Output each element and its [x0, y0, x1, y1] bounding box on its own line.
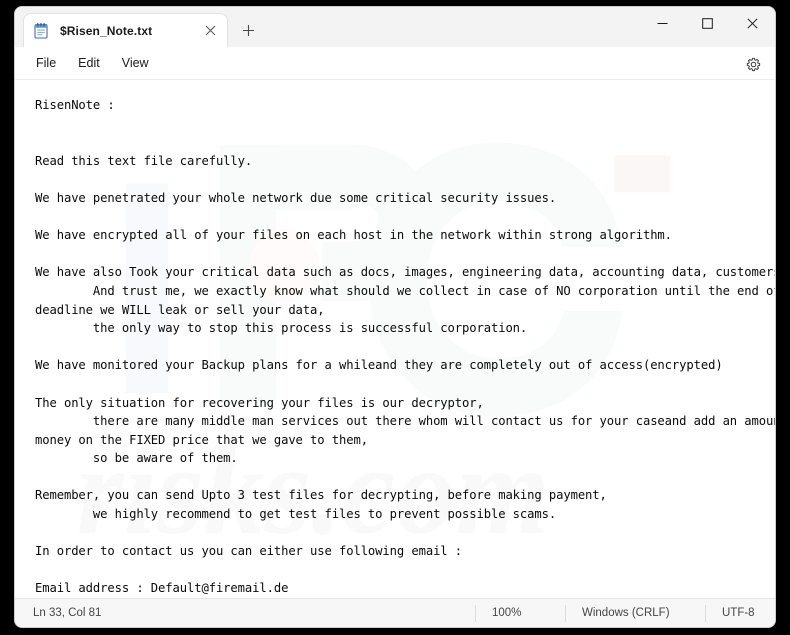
- line-endings[interactable]: Windows (CRLF): [565, 604, 705, 622]
- minimize-button[interactable]: [640, 7, 685, 39]
- notepad-icon: [32, 22, 50, 40]
- zoom-level[interactable]: 100%: [475, 604, 565, 622]
- note-text[interactable]: RisenNote : Read this text file carefull…: [15, 80, 775, 598]
- cursor-position: Ln 33, Col 81: [33, 607, 102, 619]
- close-tab-icon[interactable]: [199, 20, 221, 42]
- window-controls: [640, 7, 775, 47]
- encoding[interactable]: UTF-8: [705, 604, 775, 622]
- plus-icon: [242, 24, 254, 36]
- status-bar: Ln 33, Col 81 100% Windows (CRLF) UTF-8: [15, 598, 775, 627]
- close-icon: [747, 17, 758, 29]
- settings-button[interactable]: [739, 51, 767, 77]
- new-tab-button[interactable]: [232, 15, 264, 45]
- minimize-icon: [657, 22, 668, 24]
- menu-bar: File Edit View: [15, 47, 775, 80]
- close-window-button[interactable]: [730, 7, 775, 39]
- menu-view[interactable]: View: [111, 52, 160, 75]
- screen: $Risen_Note.txt File Edit View RisenNote…: [0, 0, 790, 635]
- gear-icon: [746, 57, 760, 71]
- tab-title: $Risen_Note.txt: [60, 23, 153, 38]
- text-editor[interactable]: risks.com RisenNote : Read this text fil…: [15, 80, 775, 598]
- title-bar: $Risen_Note.txt: [15, 7, 775, 47]
- tab-strip: $Risen_Note.txt: [15, 7, 640, 47]
- maximize-icon: [702, 17, 713, 29]
- menu-edit[interactable]: Edit: [67, 52, 111, 75]
- note-body: RisenNote : Read this text file carefull…: [35, 98, 775, 596]
- menu-file[interactable]: File: [25, 52, 67, 75]
- tab-risen-note[interactable]: $Risen_Note.txt: [23, 13, 228, 47]
- maximize-button[interactable]: [685, 7, 730, 39]
- notepad-window: $Risen_Note.txt File Edit View RisenNote…: [14, 6, 776, 628]
